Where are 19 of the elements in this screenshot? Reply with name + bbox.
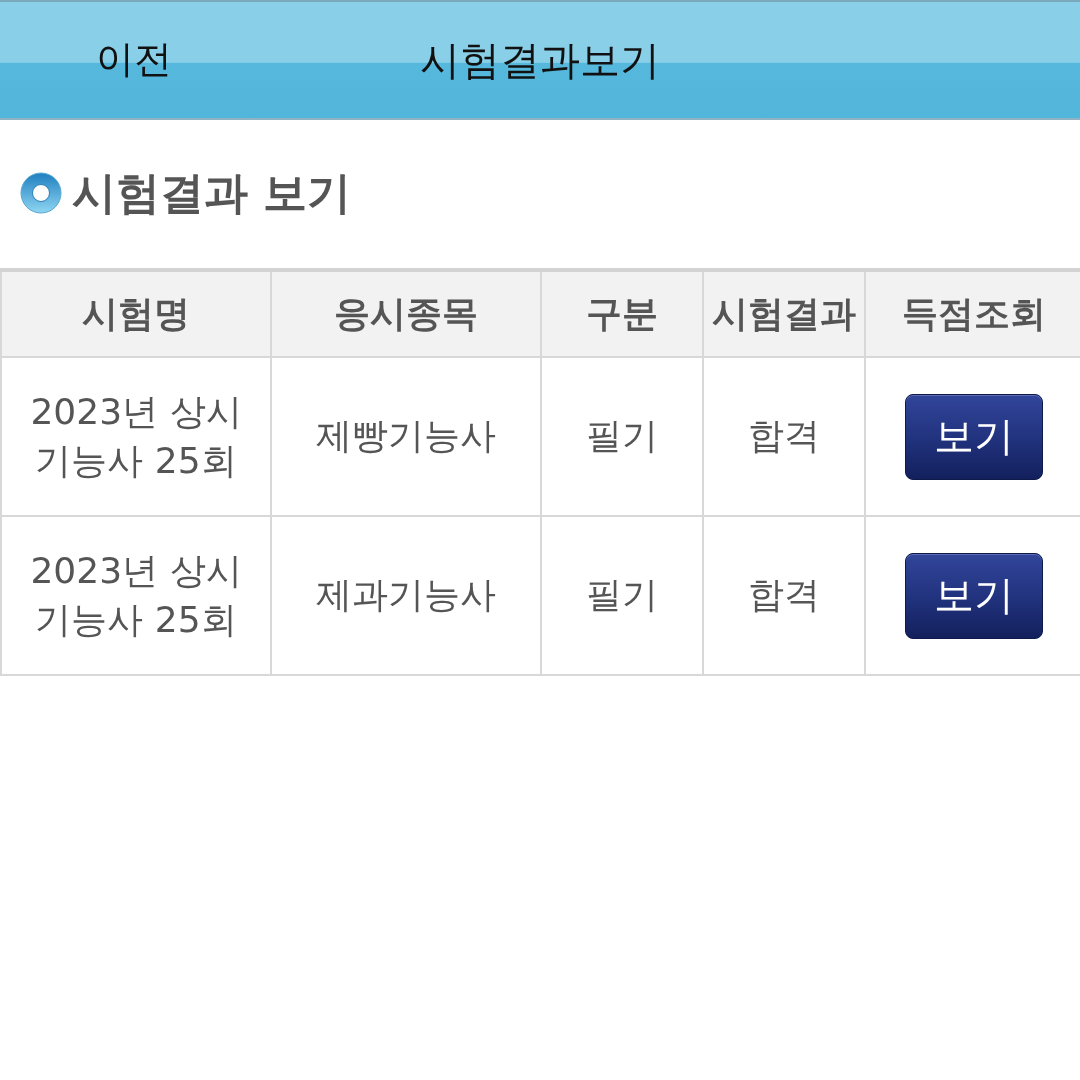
page-title: 시험결과보기 [420, 36, 660, 84]
column-header: 구분 [541, 270, 703, 357]
column-header: 응시종목 [271, 270, 541, 357]
subject-name: 제빵기능사 [316, 414, 496, 459]
exam-name: 2023년 상시 기능사 25회 [29, 389, 243, 483]
view-button[interactable]: 보기 [904, 393, 1043, 480]
back-button[interactable]: 이전 [96, 37, 172, 83]
column-header: 시험결과 [703, 270, 865, 357]
exam-name: 2023년 상시 기능사 25회 [29, 548, 243, 642]
subject-name: 제과기능사 [316, 573, 496, 618]
column-header: 시험명 [1, 270, 271, 357]
ring-bullet-icon [20, 172, 62, 214]
exam-type: 필기 [586, 573, 658, 618]
exam-result: 합격 [748, 414, 820, 459]
exam-type: 필기 [586, 414, 658, 459]
view-button[interactable]: 보기 [904, 552, 1043, 639]
section-title: 시험결과 보기 [72, 166, 352, 220]
exam-result: 합격 [748, 573, 820, 618]
column-header: 득점조회 [865, 270, 1080, 357]
